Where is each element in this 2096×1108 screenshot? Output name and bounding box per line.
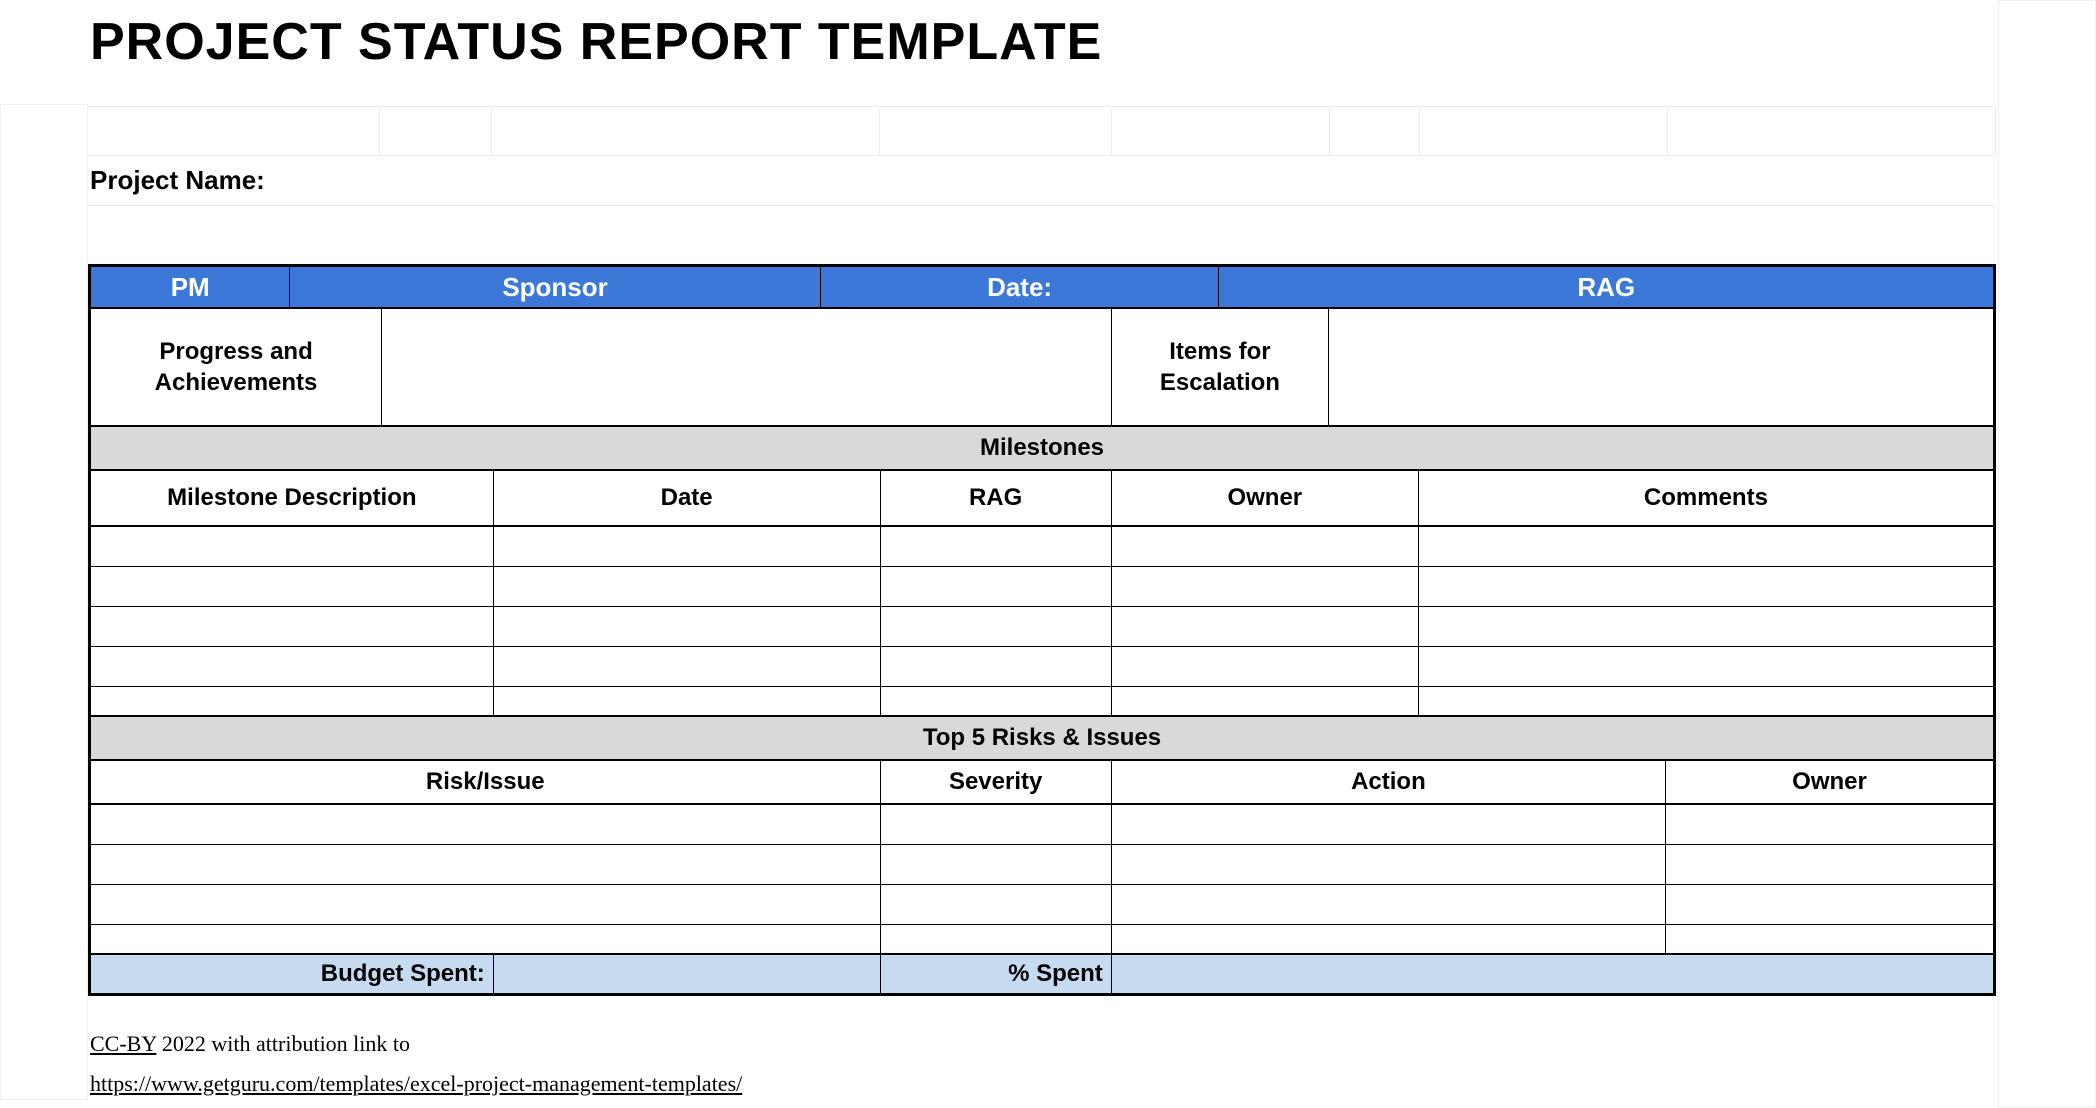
risk-owner[interactable] <box>1666 805 1993 844</box>
risk-row <box>91 805 1993 845</box>
milestone-date[interactable] <box>494 607 881 646</box>
header-row: PM Sponsor Date: RAG <box>91 267 1993 307</box>
header-pm[interactable]: PM <box>91 267 290 307</box>
risk-row <box>91 845 1993 885</box>
risk-severity[interactable] <box>881 885 1112 924</box>
header-rag[interactable]: RAG <box>1219 267 1993 307</box>
milestone-row <box>91 647 1993 687</box>
risk-severity[interactable] <box>881 805 1112 844</box>
milestone-comments[interactable] <box>1419 567 1993 606</box>
project-name-row: Project Name: <box>88 156 1996 206</box>
milestone-date[interactable] <box>494 647 881 686</box>
milestones-banner: Milestones <box>91 427 1993 471</box>
attribution-line1: CC-BY 2022 with attribution link to <box>90 1024 1996 1064</box>
page-title: PROJECT STATUS REPORT TEMPLATE <box>88 10 1996 106</box>
milestone-owner[interactable] <box>1112 607 1419 646</box>
milestone-description[interactable] <box>91 607 494 646</box>
milestone-description[interactable] <box>91 527 494 566</box>
license-rest: 2022 with attribution link to <box>156 1031 410 1056</box>
document-content: PROJECT STATUS REPORT TEMPLATE Project N… <box>88 10 1996 1103</box>
risk-issue[interactable] <box>91 885 881 924</box>
milestones-col-date[interactable]: Date <box>494 471 881 525</box>
milestone-comments[interactable] <box>1419 687 1993 715</box>
milestone-comments[interactable] <box>1419 647 1993 686</box>
project-name-label: Project Name: <box>88 165 265 196</box>
risks-col-action[interactable]: Action <box>1112 761 1666 803</box>
risk-action[interactable] <box>1112 845 1666 884</box>
risks-header: Risk/Issue Severity Action Owner <box>91 761 1993 805</box>
milestone-row <box>91 687 1993 717</box>
items-escalation-label[interactable]: Items for Escalation <box>1112 309 1329 425</box>
risk-issue[interactable] <box>91 805 881 844</box>
milestones-col-description[interactable]: Milestone Description <box>91 471 494 525</box>
milestone-rag[interactable] <box>881 527 1112 566</box>
report-outline: PM Sponsor Date: RAG Progress and Achiev… <box>88 264 1996 996</box>
attribution: CC-BY 2022 with attribution link to http… <box>88 1024 1996 1103</box>
milestone-rag[interactable] <box>881 687 1112 715</box>
milestone-comments[interactable] <box>1419 527 1993 566</box>
budget-percent-label[interactable]: % Spent <box>881 955 1112 993</box>
risk-issue[interactable] <box>91 925 881 953</box>
progress-row: Progress and Achievements Items for Esca… <box>91 307 1993 427</box>
progress-achievements-value[interactable] <box>382 309 1112 425</box>
risks-col-severity[interactable]: Severity <box>881 761 1112 803</box>
milestones-col-owner[interactable]: Owner <box>1112 471 1419 525</box>
header-date[interactable]: Date: <box>821 267 1220 307</box>
header-sponsor[interactable]: Sponsor <box>290 267 820 307</box>
milestones-col-comments[interactable]: Comments <box>1419 471 1993 525</box>
progress-achievements-label[interactable]: Progress and Achievements <box>91 309 382 425</box>
milestone-date[interactable] <box>494 687 881 715</box>
risk-action[interactable] <box>1112 885 1666 924</box>
milestone-rag[interactable] <box>881 647 1112 686</box>
milestone-rag[interactable] <box>881 567 1112 606</box>
milestone-row <box>91 607 1993 647</box>
milestone-owner[interactable] <box>1112 527 1419 566</box>
milestone-description[interactable] <box>91 647 494 686</box>
risks-col-owner[interactable]: Owner <box>1666 761 1993 803</box>
risk-row <box>91 925 1993 955</box>
ghost-row <box>88 106 1996 156</box>
risk-severity[interactable] <box>881 845 1112 884</box>
risk-owner[interactable] <box>1666 925 1993 953</box>
milestone-comments[interactable] <box>1419 607 1993 646</box>
risk-row <box>91 885 1993 925</box>
ghost-grid <box>1998 0 2096 1108</box>
attribution-line2: https://www.getguru.com/templates/excel-… <box>90 1064 1996 1104</box>
risk-severity[interactable] <box>881 925 1112 953</box>
risks-banner: Top 5 Risks & Issues <box>91 717 1993 761</box>
milestones-col-rag[interactable]: RAG <box>881 471 1112 525</box>
license-prefix: CC-BY <box>90 1031 156 1056</box>
ghost-grid <box>0 104 88 1100</box>
risk-owner[interactable] <box>1666 885 1993 924</box>
milestone-rag[interactable] <box>881 607 1112 646</box>
spreadsheet-canvas: PROJECT STATUS REPORT TEMPLATE Project N… <box>0 0 2096 1103</box>
budget-percent-value[interactable] <box>1112 955 1993 993</box>
risk-issue[interactable] <box>91 845 881 884</box>
milestone-owner[interactable] <box>1112 567 1419 606</box>
items-escalation-value[interactable] <box>1329 309 1993 425</box>
attribution-link[interactable]: https://www.getguru.com/templates/excel-… <box>90 1071 742 1096</box>
milestone-owner[interactable] <box>1112 687 1419 715</box>
milestone-description[interactable] <box>91 567 494 606</box>
risk-owner[interactable] <box>1666 845 1993 884</box>
budget-spent-label[interactable]: Budget Spent: <box>91 955 494 993</box>
risk-action[interactable] <box>1112 925 1666 953</box>
risks-col-risk[interactable]: Risk/Issue <box>91 761 881 803</box>
risk-action[interactable] <box>1112 805 1666 844</box>
milestone-owner[interactable] <box>1112 647 1419 686</box>
milestone-row <box>91 527 1993 567</box>
budget-row: Budget Spent: % Spent <box>91 955 1993 993</box>
budget-spent-value[interactable] <box>494 955 881 993</box>
milestone-date[interactable] <box>494 527 881 566</box>
milestone-date[interactable] <box>494 567 881 606</box>
milestone-description[interactable] <box>91 687 494 715</box>
milestones-header: Milestone Description Date RAG Owner Com… <box>91 471 1993 527</box>
milestone-row <box>91 567 1993 607</box>
